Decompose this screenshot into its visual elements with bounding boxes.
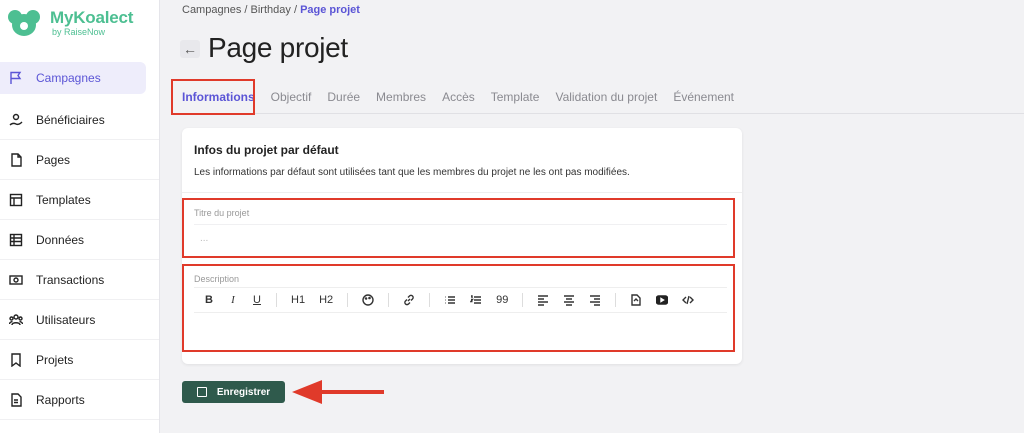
users-icon: [8, 312, 24, 328]
money-icon: [8, 272, 24, 288]
sidebar-item-label: Transactions: [36, 272, 105, 287]
template-icon: [8, 192, 24, 208]
logo-subtitle: by RaiseNow: [52, 27, 106, 37]
description-field-label: Description: [194, 274, 240, 284]
italic-button[interactable]: I: [228, 294, 238, 306]
bullet-list-icon[interactable]: [444, 294, 456, 306]
title-field-highlight: Titre du projet ...: [182, 198, 735, 258]
card-title: Infos du projet par défaut: [194, 143, 339, 157]
breadcrumb-current: Page projet: [300, 4, 360, 16]
tab-informations[interactable]: Informations: [182, 90, 255, 115]
toolbar-separator: [347, 293, 349, 307]
sidebar-item-campagnes[interactable]: Campagnes: [0, 62, 146, 94]
annotation-arrow-icon: [292, 380, 384, 404]
underline-button[interactable]: U: [252, 294, 262, 306]
save-icon: [196, 387, 207, 397]
sidebar-item-projets[interactable]: Projets: [0, 340, 159, 380]
sidebar-item-label: Données: [36, 232, 85, 247]
sidebar-item-utilisateurs[interactable]: Utilisateurs: [0, 300, 159, 340]
breadcrumb-separator: /: [244, 4, 248, 16]
tab-template[interactable]: Template: [491, 90, 540, 104]
align-center-icon[interactable]: [563, 294, 575, 306]
sidebar-item-label: Bénéficiaires: [36, 112, 105, 127]
default-info-card: Infos du projet par défaut Les informati…: [182, 128, 742, 364]
logo-title: MyKoalect: [50, 8, 134, 27]
sidebar-item-templates[interactable]: Templates: [0, 180, 159, 220]
palette-icon[interactable]: [362, 294, 374, 306]
sidebar-item-label: Projets: [36, 352, 74, 367]
breadcrumb-separator: /: [293, 4, 297, 16]
sidebar-item-donnees[interactable]: Données: [0, 220, 159, 260]
sidebar-item-label: Pages: [36, 152, 71, 167]
youtube-icon[interactable]: [656, 294, 669, 306]
sidebar-item-rapports[interactable]: Rapports: [0, 380, 159, 420]
title-input[interactable]: ...: [194, 224, 727, 252]
breadcrumb-birthday[interactable]: Birthday: [251, 4, 291, 16]
flag-icon: [8, 70, 24, 86]
page-title: Page projet: [208, 32, 348, 63]
align-left-icon[interactable]: [537, 294, 549, 306]
file-icon[interactable]: [630, 294, 642, 306]
toolbar-separator: [429, 293, 431, 307]
sidebar-nav: Campagnes Bénéficiaires Pages Templates …: [0, 62, 159, 420]
link-icon[interactable]: [403, 294, 415, 306]
tab-duree[interactable]: Durée: [327, 90, 360, 104]
sidebar-item-beneficiaires[interactable]: Bénéficiaires: [0, 100, 159, 140]
sidebar-item-label: Templates: [36, 192, 91, 207]
koala-logo-icon: [8, 8, 44, 38]
tab-evenement[interactable]: Événement: [673, 90, 734, 104]
tab-bar: Informations Objectif Durée Membres Accè…: [174, 80, 1024, 115]
sidebar-item-label: Campagnes: [36, 71, 101, 85]
editor-toolbar: B I U H1 H2 99: [194, 287, 727, 313]
title-field-label: Titre du projet: [194, 208, 250, 218]
sidebar-item-transactions[interactable]: Transactions: [0, 260, 159, 300]
description-field-highlight: Description B I U H1 H2 99: [182, 264, 735, 352]
toolbar-separator: [522, 293, 524, 307]
breadcrumb-campagnes[interactable]: Campagnes: [182, 4, 241, 16]
logo[interactable]: MyKoalect by RaiseNow: [8, 8, 133, 38]
h1-button[interactable]: H1: [291, 294, 305, 306]
breadcrumb: Campagnes / Birthday / Page projet: [182, 4, 360, 16]
tab-acces[interactable]: Accès: [442, 90, 475, 104]
report-icon: [8, 392, 24, 408]
back-arrow-icon[interactable]: ←: [180, 40, 200, 58]
toolbar-separator: [276, 293, 277, 307]
tab-membres[interactable]: Membres: [376, 90, 426, 104]
bold-button[interactable]: B: [204, 294, 214, 306]
main-content: Campagnes / Birthday / Page projet ← Pag…: [160, 0, 1024, 433]
sidebar: MyKoalect by RaiseNow Campagnes Bénéfici…: [0, 0, 160, 433]
toolbar-separator: [615, 293, 617, 307]
code-icon[interactable]: [682, 294, 695, 306]
sidebar-item-pages[interactable]: Pages: [0, 140, 159, 180]
bookmark-icon: [8, 352, 24, 368]
toolbar-separator: [388, 293, 390, 307]
h2-button[interactable]: H2: [319, 294, 333, 306]
numbered-list-icon[interactable]: [469, 294, 482, 306]
sidebar-item-label: Utilisateurs: [36, 312, 96, 327]
save-button-label: Enregistrer: [216, 386, 271, 398]
table-icon: [8, 232, 24, 248]
align-right-icon[interactable]: [589, 294, 601, 306]
save-button[interactable]: Enregistrer: [182, 381, 285, 403]
card-description: Les informations par défaut sont utilisé…: [194, 167, 630, 178]
page-icon: [8, 152, 24, 168]
quote-button[interactable]: 99: [496, 294, 508, 306]
tab-objectif[interactable]: Objectif: [271, 90, 312, 104]
tab-validation[interactable]: Validation du projet: [555, 90, 657, 104]
divider: [182, 192, 742, 193]
sidebar-item-label: Rapports: [36, 392, 85, 407]
hand-icon: [8, 112, 24, 128]
